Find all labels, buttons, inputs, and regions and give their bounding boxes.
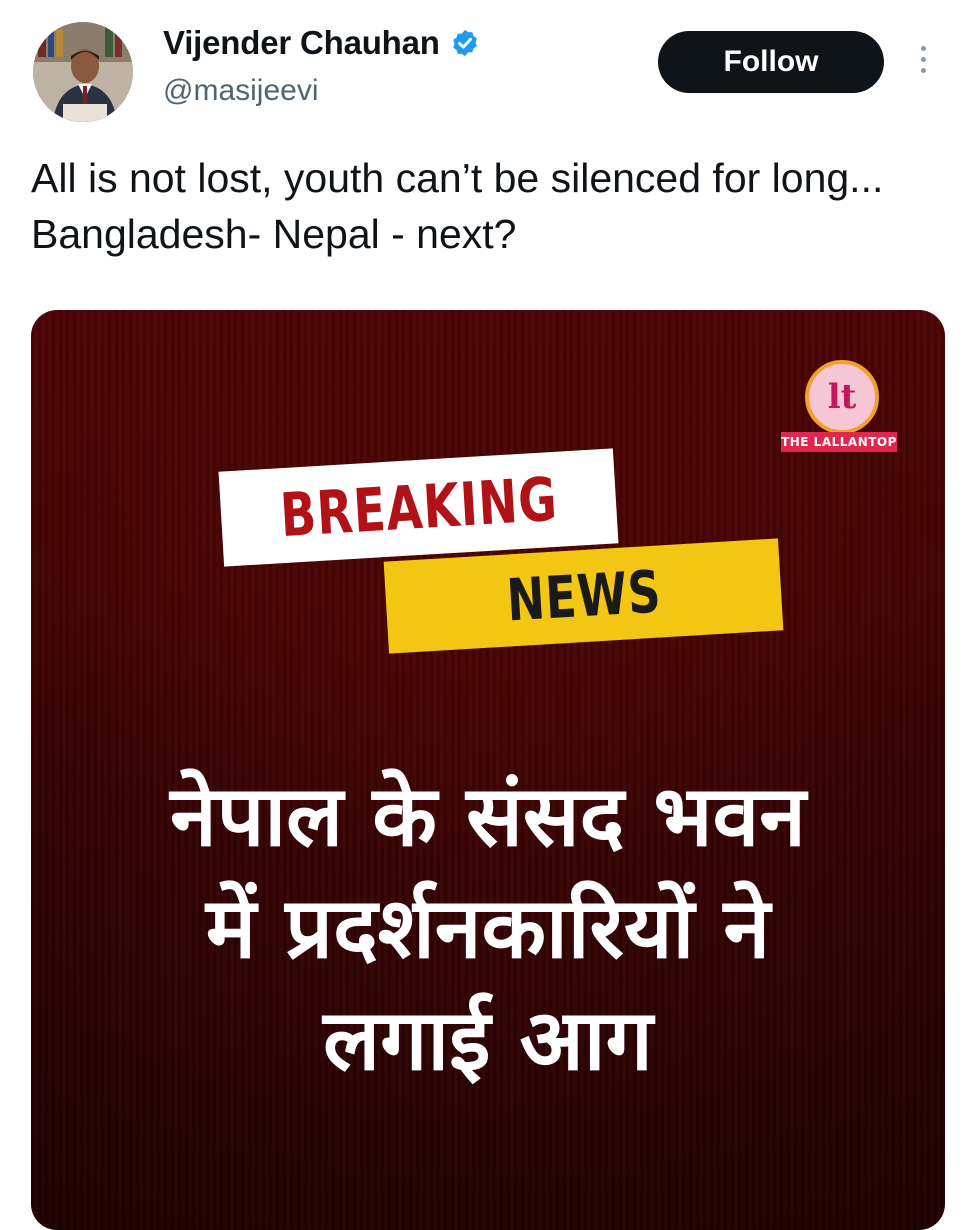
lallantop-logo-mark-icon: lt	[805, 360, 879, 434]
news-banner: NEWS	[383, 538, 784, 654]
lallantop-logo: lt THE LALLANTOP	[781, 360, 901, 460]
tweet-header: Vijender Chauhan @masijeevi Follow	[0, 0, 974, 130]
breaking-banner: BREAKING	[218, 448, 619, 567]
tweet-media-image[interactable]: lt THE LALLANTOP BREAKING NEWS नेपाल के …	[31, 310, 945, 1230]
headline-line: नेपाल के संसद भवन	[170, 767, 806, 865]
lallantop-logo-text: THE LALLANTOP	[781, 432, 897, 452]
author-handle[interactable]: @masijeevi	[163, 74, 319, 108]
more-vertical-icon[interactable]	[912, 42, 934, 82]
follow-button[interactable]: Follow	[658, 31, 884, 93]
author-avatar[interactable]	[33, 22, 133, 122]
author-name-row: Vijender Chauhan	[163, 24, 480, 62]
headline-line: में प्रदर्शनकारियों ने	[205, 879, 771, 977]
headline-hindi: नेपाल के संसद भवन में प्रदर्शनकारियों ने…	[31, 760, 945, 1096]
news-label: NEWS	[504, 557, 663, 635]
tweet-text: All is not lost, youth can’t be silenced…	[31, 155, 884, 257]
verified-badge-icon	[453, 29, 477, 57]
breaking-label: BREAKING	[277, 464, 560, 551]
headline-line: लगाई आग	[323, 991, 653, 1089]
author-name[interactable]: Vijender Chauhan	[163, 24, 440, 62]
